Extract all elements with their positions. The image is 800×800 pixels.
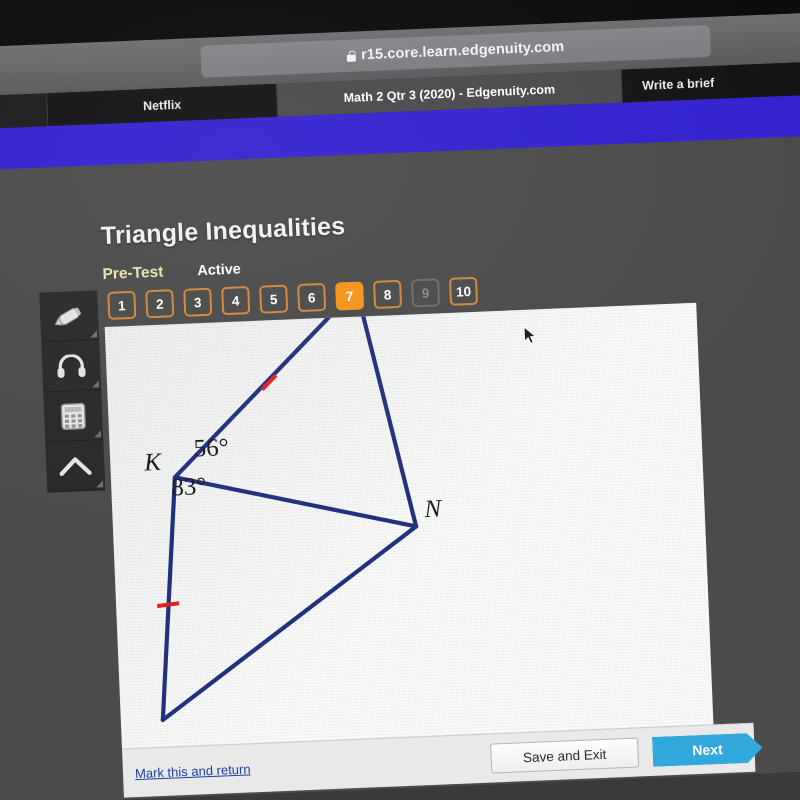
question-button-7[interactable]: 7 bbox=[335, 281, 365, 311]
lock-icon bbox=[347, 50, 356, 61]
photo-of-laptop-screen: r15.core.learn.edgenuity.com Netflix Mat… bbox=[0, 0, 800, 800]
url-text: r15.core.learn.edgenuity.com bbox=[360, 38, 565, 64]
angle-label-83: 83° bbox=[170, 473, 207, 502]
segment-N-bottom bbox=[160, 524, 419, 723]
question-button-4[interactable]: 4 bbox=[221, 286, 251, 316]
calculator-tool-button[interactable] bbox=[43, 390, 104, 443]
up-arrow-icon bbox=[58, 452, 93, 479]
question-button-6[interactable]: 6 bbox=[297, 282, 327, 313]
status-badge: Active bbox=[197, 261, 242, 280]
vertex-label-N: N bbox=[423, 495, 442, 524]
scroll-to-top-button[interactable] bbox=[45, 440, 106, 493]
save-and-exit-button[interactable]: Save and Exit bbox=[490, 737, 640, 774]
highlighter-icon bbox=[51, 303, 88, 328]
question-button-2[interactable]: 2 bbox=[145, 289, 175, 319]
assignment-type-label: Pre-Test bbox=[102, 263, 164, 284]
calculator-icon bbox=[60, 401, 87, 430]
browser-tab-0[interactable] bbox=[0, 93, 49, 131]
question-button-9: 9 bbox=[410, 278, 441, 308]
angle-label-56: 56° bbox=[193, 434, 230, 463]
segment-apex-N bbox=[354, 302, 419, 529]
read-aloud-tool-button[interactable] bbox=[41, 340, 102, 393]
tick-mark-lower-left bbox=[156, 601, 180, 609]
question-button-5[interactable]: 5 bbox=[259, 284, 289, 314]
question-button-3[interactable]: 3 bbox=[183, 287, 213, 317]
segment-K-N bbox=[172, 475, 419, 529]
tool-rail bbox=[39, 290, 106, 493]
question-button-8[interactable]: 8 bbox=[373, 279, 403, 309]
next-button[interactable]: Next bbox=[652, 732, 763, 766]
screen-area: r15.core.learn.edgenuity.com Netflix Mat… bbox=[0, 0, 800, 800]
question-button-1[interactable]: 1 bbox=[107, 290, 137, 320]
question-canvas: K N 56° 83° bbox=[104, 302, 714, 749]
mark-this-and-return-link[interactable]: Mark this and return bbox=[135, 761, 251, 781]
headphones-icon bbox=[56, 353, 87, 378]
vertex-label-K: K bbox=[143, 448, 162, 477]
segment-K-bottom bbox=[160, 475, 177, 723]
highlighter-tool-button[interactable] bbox=[39, 290, 100, 343]
question-button-10[interactable]: 10 bbox=[448, 276, 479, 306]
geometry-figure bbox=[156, 302, 419, 723]
